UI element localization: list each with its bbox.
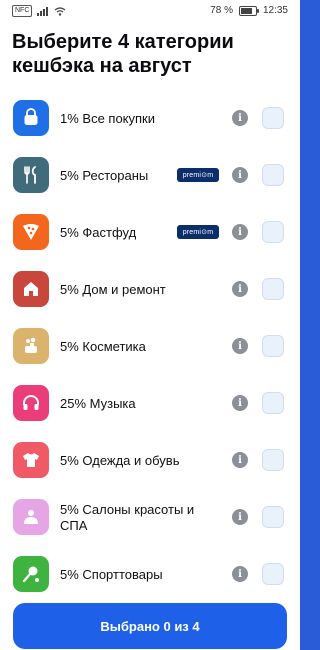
status-bar: NFC 78 % 12:35 [0,0,300,22]
sports-icon [13,556,49,592]
info-icon[interactable]: i [232,452,248,468]
status-left: NFC [12,5,66,17]
category-checkbox[interactable] [262,392,284,414]
status-right: 78 % 12:35 [210,5,288,16]
category-checkbox[interactable] [262,221,284,243]
category-label: 5% Салоны красоты и СПА [60,501,195,533]
info-icon[interactable]: i [232,224,248,240]
info-icon[interactable]: i [232,110,248,126]
category-row[interactable]: 5% Косметика i [0,318,300,375]
cashback-screen: NFC 78 % 12:35 Выберите 4 категории кешб… [0,0,300,650]
info-icon[interactable]: i [232,338,248,354]
category-row[interactable]: 5% Рестораны premi⊙m i [0,147,300,204]
shopping-bag-icon [13,100,49,136]
tshirt-icon [13,442,49,478]
info-icon[interactable]: i [232,281,248,297]
pizza-icon [13,214,49,250]
category-label: 5% Косметика [60,338,146,354]
headphones-icon [13,385,49,421]
info-icon[interactable]: i [232,167,248,183]
page-title: Выберите 4 категории кешбэка на август [12,31,234,77]
category-row[interactable]: 25% Музыка i [0,375,300,432]
premium-badge: premi⊙m [177,168,219,182]
signal-icon [37,6,49,16]
battery-icon [238,5,259,16]
category-row[interactable]: 5% Фастфуд premi⊙m i [0,204,300,261]
category-checkbox[interactable] [262,563,284,585]
info-icon[interactable]: i [232,509,248,525]
house-icon [13,271,49,307]
category-label: 5% Дом и ремонт [60,281,166,297]
category-label: 5% Спорттовары [60,566,163,582]
category-row[interactable]: 5% Салоны красоты и СПА i [0,489,300,546]
category-checkbox[interactable] [262,164,284,186]
category-label: 5% Одежда и обувь [60,452,180,468]
premium-badge: premi⊙m [177,225,219,239]
selection-count-button[interactable]: Выбрано 0 из 4 [13,603,287,649]
category-row[interactable]: 5% Спорттовары i [0,546,300,603]
clock: 12:35 [262,5,288,16]
nfc-badge: NFC [12,5,33,17]
category-checkbox[interactable] [262,107,284,129]
category-checkbox[interactable] [262,506,284,528]
wifi-icon [54,6,66,16]
category-checkbox[interactable] [262,335,284,357]
beauty-salon-icon [13,499,49,535]
category-checkbox[interactable] [262,449,284,471]
category-label: 25% Музыка [60,395,136,411]
category-row[interactable]: 5% Дом и ремонт i [0,261,300,318]
battery-percent: 78 % [210,5,233,16]
category-row[interactable]: 1% Все покупки i [0,90,300,147]
fork-knife-icon [13,157,49,193]
category-row[interactable]: 5% Одежда и обувь i [0,432,300,489]
cosmetics-icon [13,328,49,364]
category-list: 1% Все покупки i 5% Рестораны premi⊙m i 5% Фа… [0,90,300,603]
category-checkbox[interactable] [262,278,284,300]
info-icon[interactable]: i [232,395,248,411]
battery-fill [240,7,252,14]
info-icon[interactable]: i [232,566,248,582]
category-label: 1% Все покупки [60,110,156,126]
